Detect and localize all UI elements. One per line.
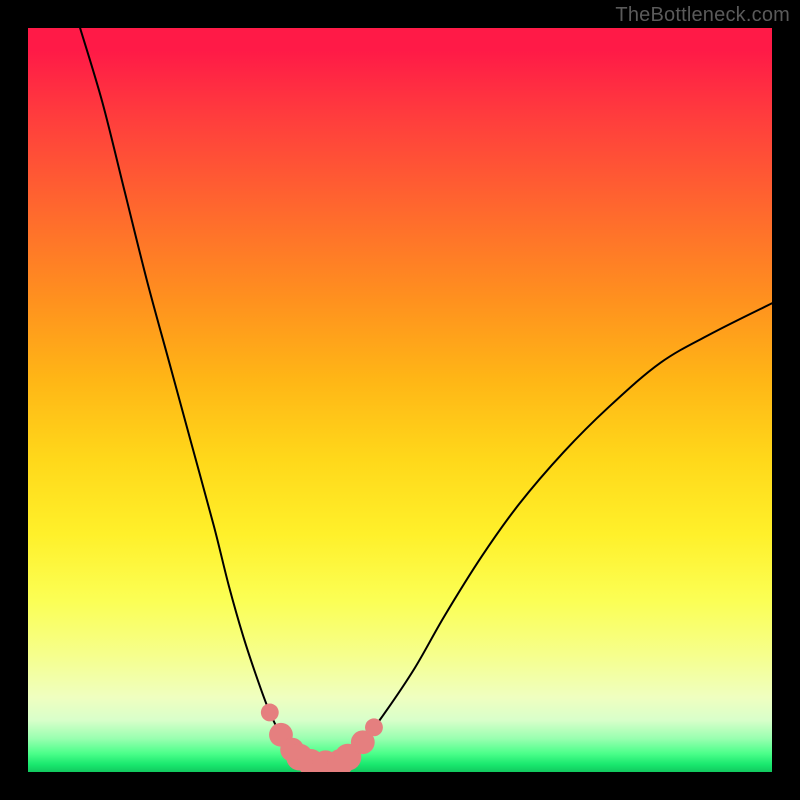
marker-layer — [261, 704, 383, 772]
curve-right-branch — [348, 303, 772, 757]
curve-left-branch — [80, 28, 299, 757]
chart-svg — [28, 28, 772, 772]
plot-area — [28, 28, 772, 772]
line-layer — [80, 28, 772, 764]
data-marker — [365, 718, 383, 736]
watermark-text: TheBottleneck.com — [615, 4, 790, 27]
outer-frame: TheBottleneck.com — [0, 0, 800, 800]
data-marker — [261, 704, 279, 722]
